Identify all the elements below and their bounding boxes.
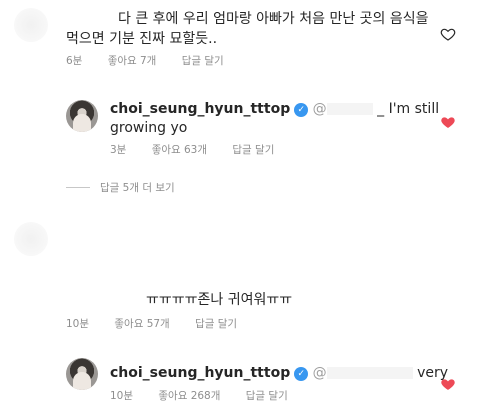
heart-icon[interactable] — [440, 376, 456, 392]
mention[interactable]: @ — [313, 101, 327, 117]
reply-button[interactable]: 답글 달기 — [246, 390, 288, 402]
like-count[interactable]: 좋아요 57개 — [114, 318, 169, 330]
comment-meta: 3분 좋아요 63개 답글 달기 — [110, 142, 296, 157]
verified-badge-icon: ✓ — [294, 103, 309, 117]
redacted-mention — [326, 367, 413, 379]
comment-time: 3분 — [110, 144, 127, 156]
comment-time: 10분 — [66, 318, 90, 330]
like-count[interactable]: 좋아요 7개 — [108, 55, 157, 67]
comment-text: growing yo — [110, 120, 188, 136]
avatar[interactable] — [14, 222, 48, 256]
avatar[interactable] — [66, 358, 98, 390]
heart-icon[interactable] — [440, 114, 456, 130]
comment-meta: 10분 좋아요 57개 답글 달기 — [66, 316, 259, 331]
comment-text: 다 큰 후에 우리 엄마랑 아빠가 처음 만난 곳의 음식을 — [118, 11, 429, 27]
redacted-mention — [326, 103, 373, 115]
verified-badge-icon: ✓ — [294, 367, 309, 381]
comment-time: 10분 — [110, 390, 134, 402]
comment-meta: 6분 좋아요 7개 답글 달기 — [66, 53, 246, 68]
like-count[interactable]: 좋아요 63개 — [152, 144, 207, 156]
comment-time: 6분 — [66, 55, 83, 67]
username[interactable]: choi_seung_hyun_tttop — [110, 365, 290, 381]
avatar[interactable] — [14, 8, 48, 42]
comment-line: choi_seung_hyun_tttop ✓ @ _ I'm still — [110, 100, 439, 119]
view-replies-button[interactable]: 답글 5개 더 보기 — [100, 180, 175, 195]
like-count[interactable]: 좋아요 268개 — [158, 390, 220, 402]
comment-text: 먹으면 기분 진짜 묘할듯.. — [66, 31, 218, 47]
replies-divider — [66, 187, 90, 188]
comment-meta: 10분 좋아요 268개 답글 달기 — [110, 388, 310, 403]
comment-text: _ I'm still — [377, 101, 440, 117]
comment-text: ㅠㅠㅠㅠ존나 귀여워ㅠㅠ — [146, 292, 293, 308]
heart-icon[interactable] — [440, 26, 456, 42]
reply-button[interactable]: 답글 달기 — [182, 55, 224, 67]
avatar[interactable] — [66, 100, 98, 132]
mention[interactable]: @ — [313, 365, 327, 381]
reply-button[interactable]: 답글 달기 — [195, 318, 237, 330]
reply-button[interactable]: 답글 달기 — [232, 144, 274, 156]
comment-line: choi_seung_hyun_tttop ✓ @ very — [110, 364, 448, 383]
username[interactable]: choi_seung_hyun_tttop — [110, 101, 290, 117]
